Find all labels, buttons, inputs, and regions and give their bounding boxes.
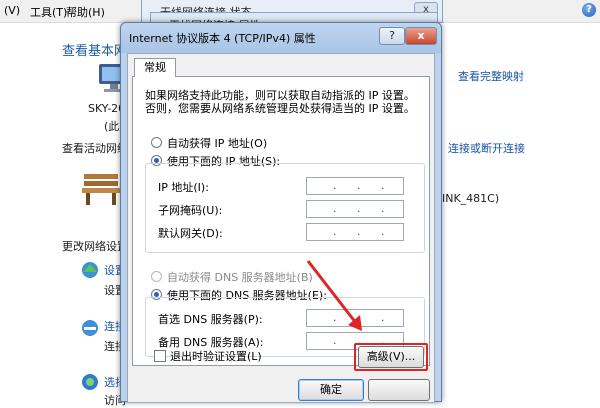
validate-checkbox[interactable] [154, 350, 166, 362]
page-title: 查看基本网 [62, 44, 128, 59]
general-tab-panel: 如果网络支持此功能，则可以获取自动指派的 IP 设置。否则，您需要从网络系统管理… [132, 76, 430, 366]
homegroup-icon [82, 374, 98, 390]
ok-button[interactable]: 确定 [298, 379, 364, 401]
ip-address-group: IP 地址(I): . . . 子网掩码(U): . . . 默认网关(D): … [145, 163, 425, 253]
network-name-tail: INK_481C) [442, 192, 500, 205]
menu-help[interactable]: 帮助(H) [66, 4, 105, 20]
change-settings-heading: 更改网络设置 [62, 240, 128, 253]
ip-address-label: IP 地址(I): [158, 181, 209, 194]
menu-tools[interactable]: 工具(T) [30, 4, 67, 20]
active-networks-heading: 查看活动网络 [62, 142, 128, 155]
gateway-dot-1: . [333, 225, 337, 238]
adns-dot-1: . [333, 334, 337, 347]
bench-icon [82, 174, 120, 205]
validate-label: 退出时验证设置(L) [170, 350, 262, 363]
connect-disconnect-link[interactable]: 连接或断开连接 [448, 140, 525, 156]
computer-sub: (此 [104, 120, 120, 133]
subnet-mask-label: 子网掩码(U): [158, 204, 223, 217]
ip-dot-3: . [381, 179, 385, 192]
subnet-mask-input[interactable]: . . . [306, 200, 404, 218]
tab-general[interactable]: 常规 [134, 58, 176, 77]
dialog-body: 常规 如果网络支持此功能，则可以获取自动指派的 IP 设置。否则，您需要从网络系… [127, 53, 435, 403]
gateway-dot-3: . [381, 225, 385, 238]
ipv4-properties-dialog: Internet 协议版本 4 (TCP/IPv4) 属性 ? x 常规 如果网… [120, 22, 442, 403]
help-icon[interactable]: ? [582, 3, 596, 17]
full-map-link[interactable]: 查看完整映射 [458, 68, 524, 84]
cancel-button[interactable] [368, 379, 430, 401]
network-connect-icon [82, 320, 98, 336]
ip-dot-2: . [357, 179, 361, 192]
ip-auto-label: 自动获得 IP 地址(O) [167, 137, 268, 150]
dns-auto-radio[interactable] [151, 271, 162, 282]
subnet-dot-1: . [333, 202, 337, 215]
subnet-dot-3: . [381, 202, 385, 215]
gateway-input[interactable]: . . . [306, 223, 404, 241]
ip-address-input[interactable]: . . . [306, 177, 404, 195]
dialog-help-button[interactable]: ? [379, 27, 405, 45]
preferred-dns-label: 首选 DNS 服务器(P): [158, 313, 263, 326]
gateway-label: 默认网关(D): [158, 227, 223, 240]
ip-dot-1: . [333, 179, 337, 192]
subnet-dot-2: . [357, 202, 361, 215]
menu-view[interactable]: (V) [4, 4, 20, 17]
dialog-close-button[interactable]: x [405, 27, 437, 45]
description-text: 如果网络支持此功能，则可以获取自动指派的 IP 设置。否则，您需要从网络系统管理… [145, 89, 415, 115]
advanced-button-highlight [354, 343, 428, 371]
dialog-title: Internet 协议版本 4 (TCP/IPv4) 属性 [129, 32, 316, 45]
network-setup-icon [82, 262, 98, 278]
pdns-dot-3: . [381, 311, 385, 324]
dns-auto-label: 自动获得 DNS 服务器地址(B) [167, 271, 313, 284]
gateway-dot-2: . [357, 225, 361, 238]
annotation-arrow [306, 260, 362, 331]
ip-auto-radio[interactable] [151, 137, 162, 148]
